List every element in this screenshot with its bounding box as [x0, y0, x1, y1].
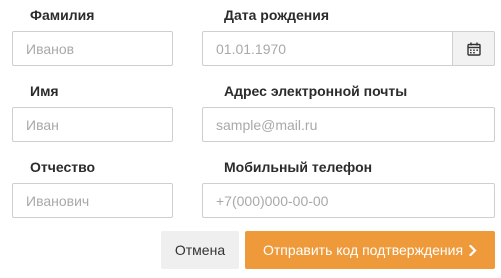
send-code-button[interactable]: Отправить код подтверждения [245, 231, 495, 269]
phone-label: Мобильный телефон [224, 159, 373, 175]
calendar-icon [466, 42, 481, 56]
last-name-label: Фамилия [30, 7, 95, 23]
chevron-right-icon [469, 244, 477, 256]
first-name-input[interactable] [12, 107, 173, 142]
cancel-button-label: Отмена [174, 242, 226, 258]
birth-date-field [202, 31, 495, 66]
last-name-input[interactable] [12, 31, 173, 66]
email-input[interactable] [202, 107, 495, 142]
send-code-button-label: Отправить код подтверждения [262, 242, 464, 258]
phone-input[interactable] [202, 183, 495, 218]
birth-date-label: Дата рождения [224, 7, 330, 23]
cancel-button[interactable]: Отмена [161, 231, 239, 269]
first-name-label: Имя [30, 83, 59, 99]
email-label: Адрес электронной почты [224, 83, 408, 99]
birth-date-input[interactable] [202, 31, 452, 66]
patronymic-input[interactable] [12, 183, 173, 218]
patronymic-label: Отчество [30, 159, 96, 175]
calendar-button[interactable] [452, 31, 495, 66]
